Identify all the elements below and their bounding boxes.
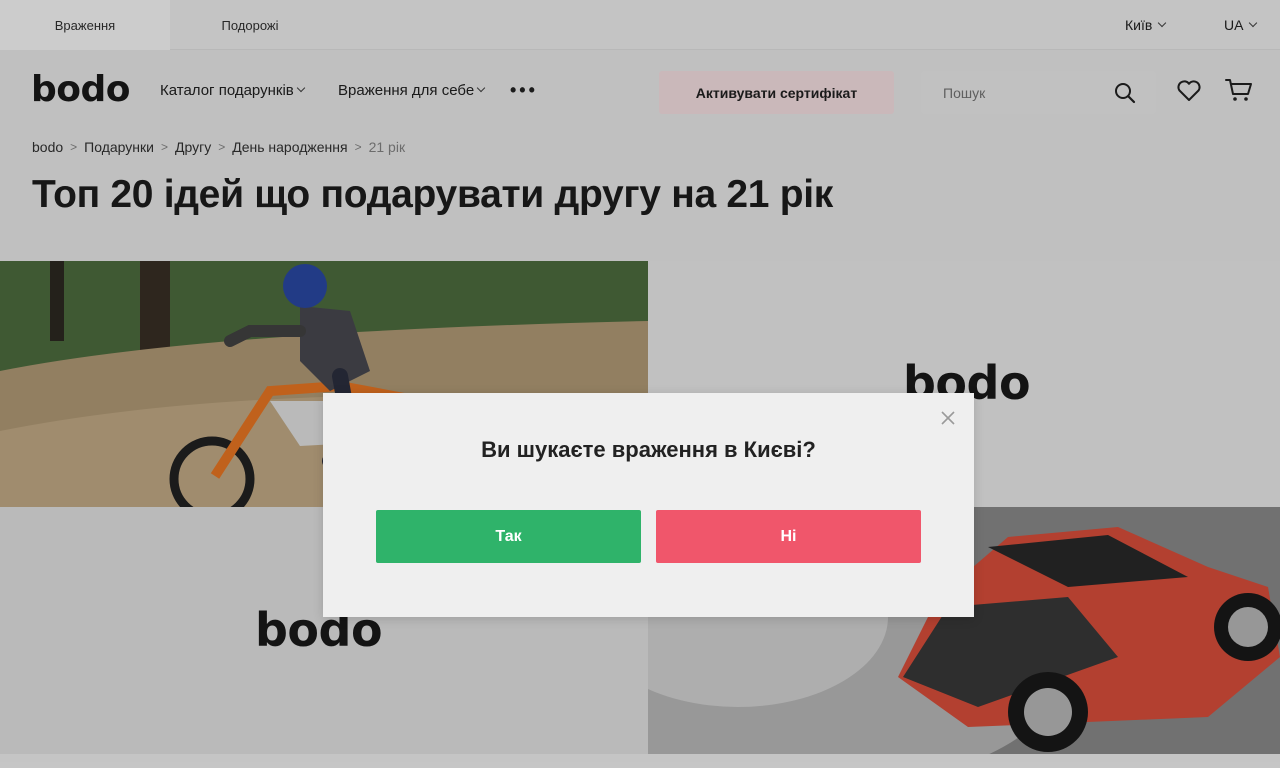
yes-button[interactable]: Так [376,510,641,563]
close-icon[interactable] [940,410,956,426]
city-confirm-modal: Ви шукаєте враження в Києві? Так Ні [323,393,974,617]
modal-title: Ви шукаєте враження в Києві? [481,437,816,462]
modal-overlay[interactable] [0,0,1280,768]
no-button[interactable]: Ні [656,510,921,563]
